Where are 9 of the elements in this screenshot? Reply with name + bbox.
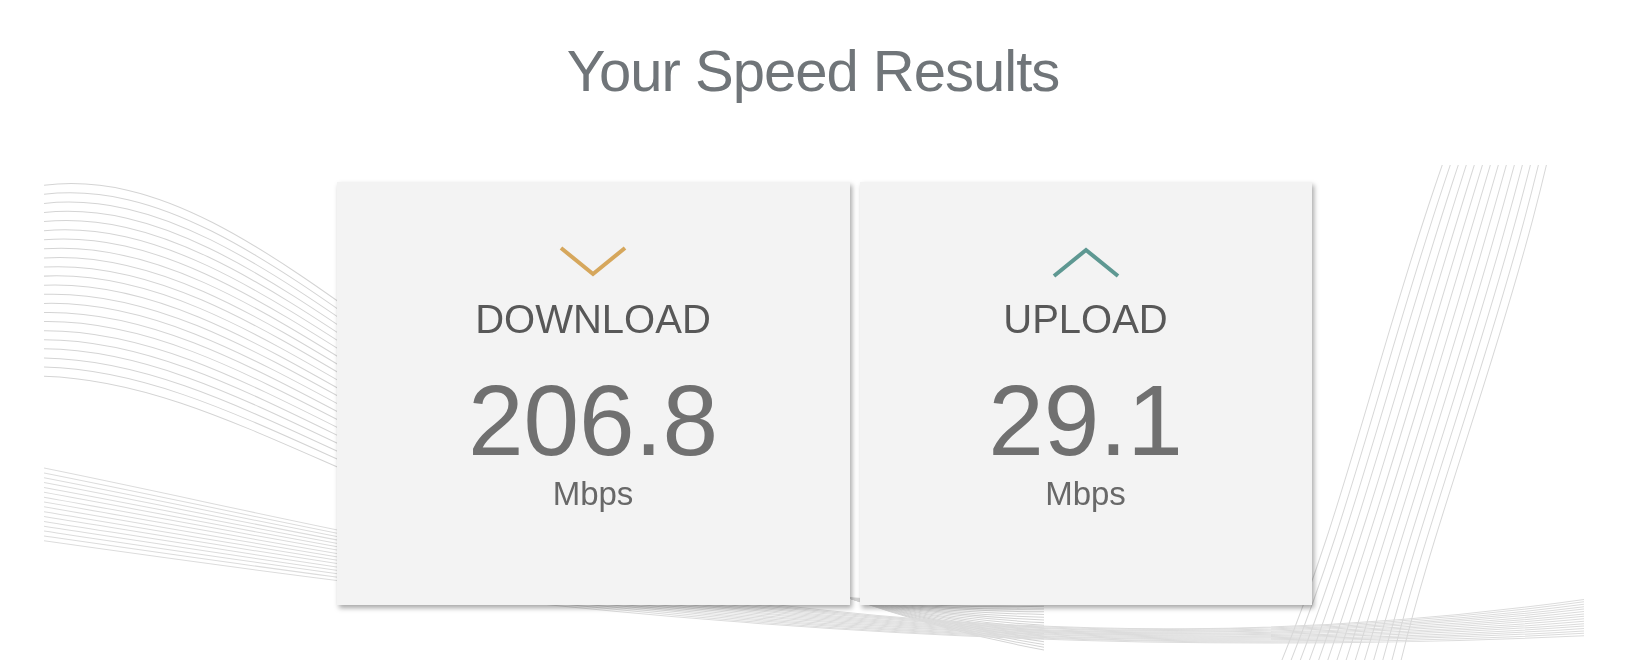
page-title: Your Speed Results [566, 37, 1060, 105]
chevron-down-icon [559, 246, 627, 278]
speed-unit: Mbps [1045, 474, 1126, 514]
chevron-up-icon [1051, 246, 1120, 278]
result-label: DOWNLOAD [475, 296, 711, 342]
speed-value: 206.8 [467, 370, 719, 470]
result-label: UPLOAD [1003, 296, 1168, 342]
speed-value: 29.1 [988, 370, 1183, 470]
speed-unit: Mbps [552, 474, 634, 514]
